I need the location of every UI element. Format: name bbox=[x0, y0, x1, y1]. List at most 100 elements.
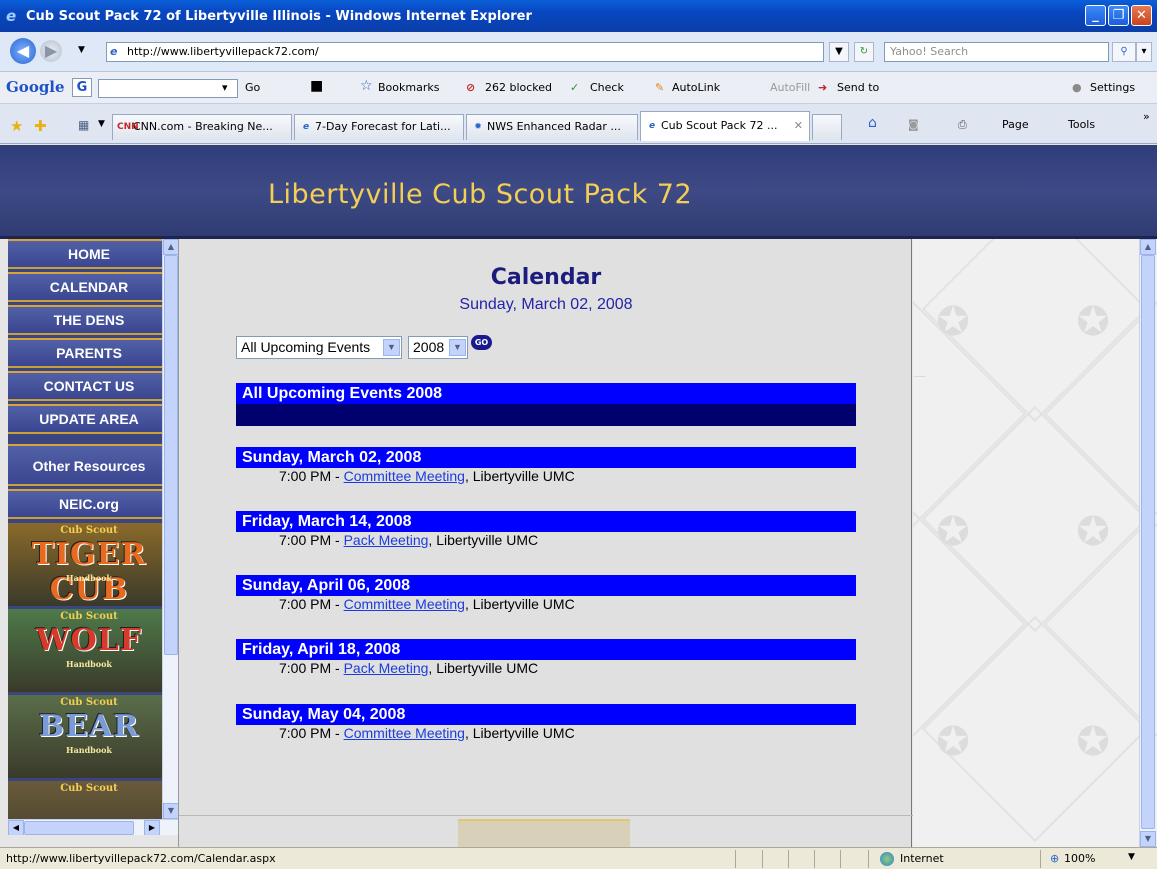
tab-radar[interactable]: ✹ NWS Enhanced Radar ... bbox=[466, 114, 638, 140]
event-link[interactable]: Committee Meeting bbox=[344, 725, 465, 741]
go-button[interactable]: GO bbox=[471, 335, 492, 350]
event-location: , Libertyville UMC bbox=[464, 468, 575, 484]
year-select[interactable]: 2008 ▼ bbox=[408, 336, 468, 359]
scroll-up-icon[interactable]: ▲ bbox=[163, 239, 178, 255]
nav-contact-us[interactable]: CONTACT US bbox=[8, 371, 170, 401]
window-title: Cub Scout Pack 72 of Libertyville Illino… bbox=[26, 9, 532, 24]
event-link[interactable]: Pack Meeting bbox=[344, 532, 429, 548]
page-menu[interactable]: Page bbox=[1002, 118, 1029, 131]
scroll-thumb[interactable] bbox=[164, 255, 178, 655]
nav-parents[interactable]: PARENTS bbox=[8, 338, 170, 368]
event-time: 7:00 PM - bbox=[279, 725, 344, 741]
scroll-down-icon[interactable]: ▼ bbox=[1140, 831, 1156, 847]
restore-button[interactable]: ❐ bbox=[1108, 5, 1129, 26]
sendto-button[interactable]: Send to bbox=[837, 81, 879, 94]
page-scrollbar[interactable]: ▲ ▼ bbox=[1139, 239, 1156, 847]
badge-top: Cub Scout bbox=[60, 611, 118, 622]
scroll-right-icon[interactable]: ▶ bbox=[144, 820, 160, 835]
nav-other-resources[interactable]: Other Resources bbox=[8, 444, 170, 486]
back-button[interactable]: ◀ bbox=[10, 38, 36, 64]
google-menu-icon[interactable]: G bbox=[72, 78, 92, 97]
close-tab-icon[interactable]: ✕ bbox=[794, 112, 803, 140]
event-filter-value: All Upcoming Events bbox=[241, 339, 371, 355]
autofill-button[interactable]: AutoFill bbox=[770, 81, 810, 94]
scroll-thumb[interactable] bbox=[1141, 255, 1155, 829]
left-frame-scrollbar[interactable]: ▲ ▼ bbox=[162, 239, 178, 819]
google-search-input[interactable] bbox=[98, 79, 238, 98]
tab-label: NWS Enhanced Radar ... bbox=[487, 120, 621, 133]
badge-sub: Handbook bbox=[66, 745, 112, 755]
tools-menu[interactable]: Tools bbox=[1068, 118, 1095, 131]
site-banner: Libertyville Cub Scout Pack 72 bbox=[0, 145, 1157, 239]
google-dropdown-icon[interactable]: ▾ bbox=[222, 81, 228, 94]
nav-the-dens[interactable]: THE DENS bbox=[8, 305, 170, 335]
event-filter-select[interactable]: All Upcoming Events ▼ bbox=[236, 336, 402, 359]
print-icon[interactable]: ⎙ bbox=[958, 118, 967, 132]
tab-list-icon[interactable]: ▼ bbox=[98, 119, 105, 129]
status-divider bbox=[762, 850, 763, 868]
popup-icon[interactable]: ■ bbox=[310, 78, 323, 94]
close-button[interactable]: ✕ bbox=[1131, 5, 1152, 26]
feeds-icon[interactable]: ◙ bbox=[908, 118, 919, 131]
toolbar-overflow-icon[interactable]: » bbox=[1143, 110, 1150, 123]
popup-blocked-count[interactable]: 262 blocked bbox=[485, 81, 552, 94]
scroll-down-icon[interactable]: ▼ bbox=[163, 803, 178, 819]
google-logo: Google bbox=[6, 78, 65, 96]
decor-text: — bbox=[913, 369, 926, 384]
check-button[interactable]: Check bbox=[590, 81, 624, 94]
zoom-dropdown-icon[interactable]: ▼ bbox=[1128, 852, 1135, 862]
minimize-button[interactable]: _ bbox=[1085, 5, 1106, 26]
wolf-handbook-image[interactable]: Cub Scout WOLF Handbook bbox=[8, 609, 170, 692]
event-location: , Libertyville UMC bbox=[428, 660, 539, 676]
google-go-button[interactable]: Go bbox=[245, 81, 260, 94]
tiger-cub-handbook-image[interactable]: Cub Scout TIGER CUB Handbook bbox=[8, 523, 170, 606]
address-url: http://www.libertyvillepack72.com/ bbox=[127, 45, 319, 58]
search-input[interactable]: Yahoo! Search bbox=[884, 42, 1109, 62]
event-item: Sunday, May 04, 2008 7:00 PM - Committee… bbox=[236, 704, 856, 742]
address-field[interactable]: e http://www.libertyvillepack72.com/ bbox=[106, 42, 824, 62]
refresh-button[interactable]: ↻ bbox=[854, 42, 874, 62]
nav-update-area[interactable]: UPDATE AREA bbox=[8, 404, 170, 434]
address-dropdown-button[interactable]: ▼ bbox=[829, 42, 849, 62]
footer-tab bbox=[458, 819, 630, 847]
forward-button[interactable]: ▶ bbox=[40, 40, 62, 62]
nav-calendar[interactable]: CALENDAR bbox=[8, 272, 170, 302]
window-title-bar: e Cub Scout Pack 72 of Libertyville Illi… bbox=[0, 0, 1157, 32]
search-icon[interactable]: ⚲ bbox=[1112, 42, 1136, 62]
event-time: 7:00 PM - bbox=[279, 532, 344, 548]
tab-cnn[interactable]: CNN CNN.com - Breaking Ne... bbox=[112, 114, 292, 140]
chevron-down-icon: ▼ bbox=[383, 339, 400, 356]
address-toolbar: ◀ ▶ ▼ e http://www.libertyvillepack72.co… bbox=[0, 32, 1157, 72]
scroll-up-icon[interactable]: ▲ bbox=[1140, 239, 1156, 255]
event-link[interactable]: Committee Meeting bbox=[344, 468, 465, 484]
event-item: Friday, April 18, 2008 7:00 PM - Pack Me… bbox=[236, 639, 856, 677]
status-divider bbox=[840, 850, 841, 868]
nav-neic[interactable]: NEIC.org bbox=[8, 489, 170, 519]
autolink-button[interactable]: AutoLink bbox=[672, 81, 720, 94]
zoom-level[interactable]: 100% bbox=[1064, 852, 1095, 865]
bear-handbook-image[interactable]: Cub Scout BEAR Handbook bbox=[8, 695, 170, 778]
history-dropdown-icon[interactable]: ▼ bbox=[78, 45, 85, 55]
search-placeholder: Yahoo! Search bbox=[890, 45, 969, 58]
hscroll-thumb[interactable] bbox=[24, 821, 134, 835]
new-tab-button[interactable] bbox=[812, 114, 842, 140]
nav-home[interactable]: HOME bbox=[8, 239, 170, 269]
event-link[interactable]: Pack Meeting bbox=[344, 660, 429, 676]
add-favorite-icon[interactable]: ✚ bbox=[34, 117, 47, 135]
home-icon[interactable]: ⌂ bbox=[868, 115, 877, 131]
bookmarks-button[interactable]: Bookmarks bbox=[378, 81, 439, 94]
badge-name: TIGER CUB bbox=[31, 537, 147, 606]
badge-top: Cub Scout bbox=[60, 697, 118, 708]
cnn-favicon-icon: CNN bbox=[117, 122, 139, 132]
favorites-star-icon[interactable]: ★ bbox=[10, 117, 23, 135]
search-options-icon[interactable]: ▾ bbox=[1136, 42, 1152, 62]
left-frame-hscrollbar[interactable]: ◀ ▶ bbox=[8, 819, 178, 835]
blocker-icon: ⊘ bbox=[466, 81, 476, 94]
settings-button[interactable]: Settings bbox=[1090, 81, 1135, 94]
quick-tabs-icon[interactable]: ▦ bbox=[78, 118, 89, 132]
status-divider bbox=[735, 850, 736, 868]
scroll-left-icon[interactable]: ◀ bbox=[8, 820, 24, 835]
tab-cub-scout[interactable]: e Cub Scout Pack 72 ... ✕ bbox=[640, 111, 810, 141]
event-link[interactable]: Committee Meeting bbox=[344, 596, 465, 612]
tab-forecast[interactable]: e 7-Day Forecast for Lati... bbox=[294, 114, 464, 140]
